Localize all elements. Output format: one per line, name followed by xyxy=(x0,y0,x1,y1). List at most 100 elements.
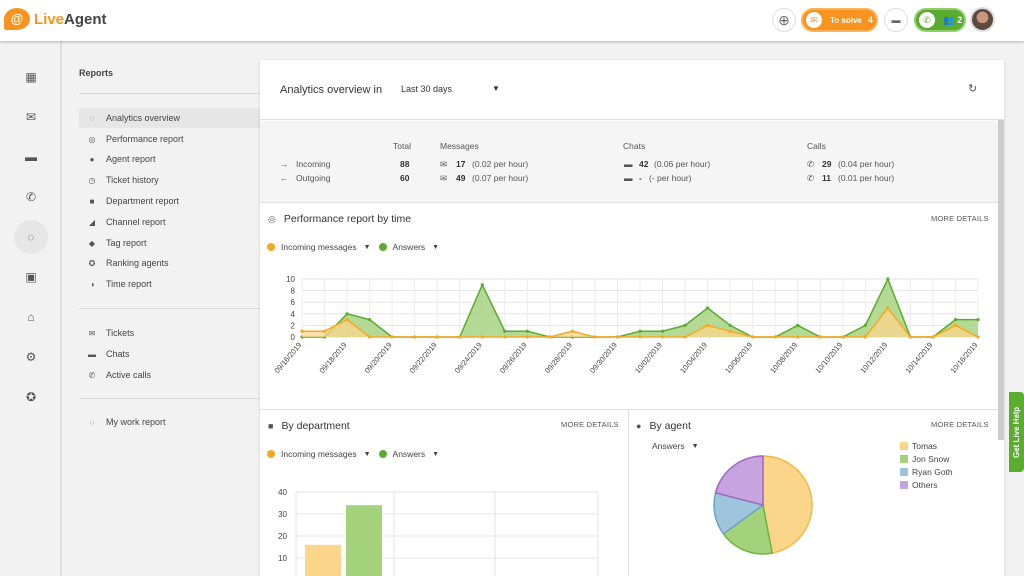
get-live-help-tab[interactable]: Get Live Help xyxy=(1009,392,1024,472)
chat-status-button[interactable]: ▬ xyxy=(884,8,908,32)
x-tick-label: 09/28/2019 xyxy=(543,341,574,376)
legend-item[interactable]: Ryan Goth xyxy=(900,467,953,477)
chevron-down-icon[interactable]: ▼ xyxy=(692,443,699,450)
chevron-down-icon[interactable]: ▼ xyxy=(364,244,371,251)
incoming-dot xyxy=(267,243,275,251)
data-point xyxy=(345,312,349,316)
outgoing-label: Outgoing xyxy=(296,173,331,183)
outgoing-chats-rate: (- per hour) xyxy=(649,173,692,183)
data-point xyxy=(660,329,665,333)
data-point xyxy=(818,335,822,339)
settings-icon[interactable]: ⚙ xyxy=(15,341,47,373)
refresh-icon[interactable]: ↻ xyxy=(968,82,977,95)
data-point xyxy=(368,335,372,339)
legend-swatch xyxy=(900,481,908,489)
calls-count: 2 xyxy=(957,15,963,25)
outgoing-messages: 49 xyxy=(456,173,466,183)
stats-summary: Total Messages Chats Calls → Incoming 88… xyxy=(260,121,998,203)
data-point xyxy=(345,318,349,322)
performance-chart: 0 2 4 6 8 10 09/16/2019 09/18/2019 09/20/2019 09/… xyxy=(273,275,980,376)
phone-icon: ✆ xyxy=(807,159,815,169)
agent-metric-select[interactable]: Answers ▼ xyxy=(652,441,707,451)
legend-item[interactable]: Others xyxy=(900,480,938,490)
legend-item[interactable]: Tomas xyxy=(900,441,937,451)
x-tick-label: 09/20/2019 xyxy=(363,341,394,376)
incoming-dot xyxy=(267,450,275,458)
outgoing-messages-rate: (0.07 per hour) xyxy=(472,173,529,183)
tickets-icon[interactable]: ✉ xyxy=(15,101,47,133)
data-point xyxy=(638,329,642,333)
contacts-icon[interactable]: ▣ xyxy=(15,261,47,293)
add-button[interactable]: ⊕ xyxy=(772,8,796,32)
pie-icon: ◑ xyxy=(89,279,95,289)
performance-more-details[interactable]: MORE DETAILS xyxy=(931,214,989,223)
dashboard-icon[interactable]: ▦ xyxy=(15,61,47,93)
data-point xyxy=(435,335,439,339)
x-tick-label: 10/12/2019 xyxy=(858,341,889,376)
panel-scrollbar[interactable] xyxy=(998,120,1004,440)
agent-title: ● By agent xyxy=(636,420,691,432)
incoming-calls: 29 xyxy=(822,159,832,169)
answers-dot xyxy=(378,243,387,251)
chevron-down-icon[interactable]: ▼ xyxy=(432,244,439,251)
x-tick-label: 10/06/2019 xyxy=(723,341,754,376)
analytics-panel: Analytics overview in Last 30 days ▼ ↻ T… xyxy=(260,60,1004,576)
agent-more-details[interactable]: MORE DETAILS xyxy=(931,420,989,429)
data-point xyxy=(796,323,800,327)
calls-icon[interactable]: ✆ xyxy=(15,181,47,213)
reports-icon[interactable]: ◌ xyxy=(14,220,48,254)
legend-label: Jon Snow xyxy=(912,454,950,464)
chevron-down-icon[interactable]: ▼ xyxy=(432,451,439,458)
tag-icon: ◆ xyxy=(88,238,96,248)
star-circle-icon: ✪ xyxy=(88,258,96,268)
period-select[interactable]: Last 30 days xyxy=(401,84,452,94)
data-point xyxy=(773,335,777,339)
data-point xyxy=(480,335,484,339)
reports-menu: Reports ◌ Analytics overview ◎ Performance… xyxy=(62,41,301,576)
x-tick-label: 09/22/2019 xyxy=(408,341,439,376)
x-tick-label: 10/08/2019 xyxy=(768,341,799,376)
chats-icon[interactable]: ▬ xyxy=(15,141,47,173)
chat-icon: ▬ xyxy=(88,349,96,359)
x-tick-label: 10/10/2019 xyxy=(813,341,844,376)
incoming-messages-rate: (0.02 per hour) xyxy=(472,159,529,169)
y-tick-label: 10 xyxy=(286,275,295,284)
legend-item[interactable]: Jon Snow xyxy=(900,454,949,464)
legend-label: Ryan Goth xyxy=(912,467,953,477)
phone-icon: ✆ xyxy=(807,173,815,183)
col-header-chats: Chats xyxy=(623,141,646,151)
data-point xyxy=(368,318,372,322)
user-avatar[interactable] xyxy=(970,7,995,32)
calls-status-button[interactable]: ✆ 👥 2 xyxy=(914,8,966,32)
data-point xyxy=(683,323,687,327)
data-point xyxy=(638,335,642,339)
chevron-down-icon[interactable]: ▼ xyxy=(492,84,500,93)
y-tick-label: 6 xyxy=(291,298,296,307)
to-solve-label: To solve xyxy=(830,15,862,25)
data-point xyxy=(706,306,710,310)
analytics-icon: ◌ xyxy=(89,113,95,123)
data-point xyxy=(525,335,529,339)
chat-icon: ▬ xyxy=(891,15,901,25)
data-point xyxy=(908,335,913,339)
data-point xyxy=(615,335,620,339)
agents-icon: 👥 xyxy=(943,14,955,25)
col-header-total: Total xyxy=(393,141,411,151)
chevron-down-icon[interactable]: ▼ xyxy=(364,451,371,458)
y-tick-label: 2 xyxy=(291,321,296,330)
department-more-details[interactable]: MORE DETAILS xyxy=(561,420,619,429)
y-tick-label: 0 xyxy=(291,333,296,342)
rss-icon: ◢ xyxy=(88,217,96,227)
data-point xyxy=(660,335,665,339)
liveagent-logo[interactable]: @ LiveAgent xyxy=(4,8,107,30)
outgoing-chats: - xyxy=(639,173,642,183)
to-solve-button[interactable]: ✉ To solve 4 xyxy=(801,8,878,32)
y-tick-label: 20 xyxy=(278,532,287,541)
data-point xyxy=(953,318,958,322)
envelope-icon: ✉ xyxy=(806,12,822,28)
logo-text-agent: Agent xyxy=(64,10,107,28)
plugins-icon[interactable]: ✪ xyxy=(15,381,47,413)
data-point xyxy=(728,323,732,327)
knowledge-base-icon[interactable]: ⌂ xyxy=(15,301,47,333)
folder-icon: ■ xyxy=(268,421,274,431)
